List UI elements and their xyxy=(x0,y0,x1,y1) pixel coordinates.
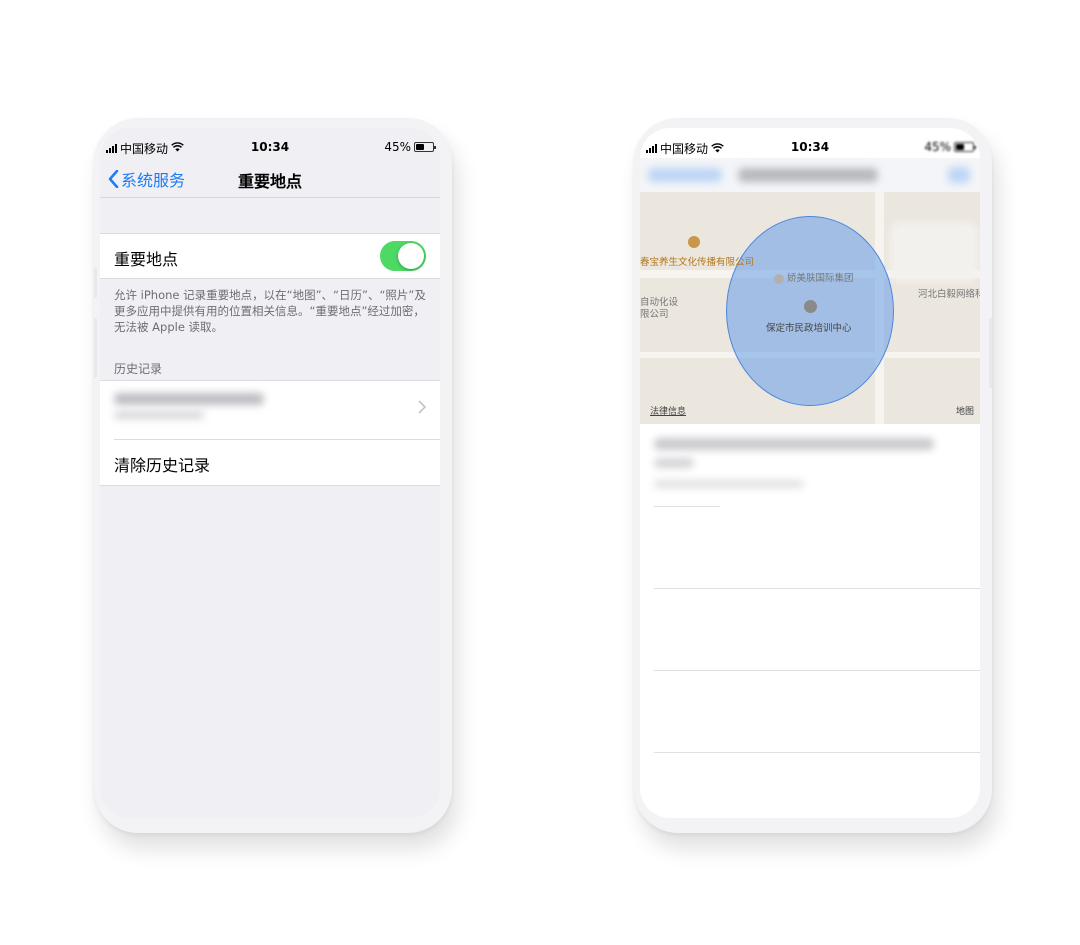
phone-right: 中国移动 10:34 45% 春宝养生文化传播有限公司 娇美肤国际集团 保定市民… xyxy=(634,118,992,833)
settings-screen: 中国移动 10:34 45% 系统服务 重要地点 重要地点 允许 iPhone … xyxy=(100,128,440,818)
page-title: 重要地点 xyxy=(237,172,302,191)
nav-bar-redacted xyxy=(640,158,980,192)
chevron-right-icon xyxy=(418,399,427,418)
legal-link[interactable]: 法律信息 xyxy=(650,404,686,417)
poi-marker[interactable] xyxy=(804,300,817,313)
map-view[interactable]: 春宝养生文化传播有限公司 娇美肤国际集团 保定市民政培训中心 河北白毅网络科 自… xyxy=(640,192,980,424)
significant-locations-footnote: 允许 iPhone 记录重要地点，以在“地图”、“日历”、“照片”及更多应用中提… xyxy=(114,288,426,334)
history-item-title-redacted xyxy=(114,393,264,405)
battery-icon xyxy=(414,142,436,152)
maps-logo: 地图 xyxy=(956,407,975,417)
poi-label[interactable]: 春宝养生文化传播有限公司 xyxy=(640,254,754,268)
status-bar: 中国移动 10:34 45% xyxy=(100,134,440,158)
row-divider xyxy=(654,588,980,589)
row-divider xyxy=(114,439,440,440)
building-icon xyxy=(804,300,817,313)
status-bar: 中国移动 10:34 45% xyxy=(640,134,980,158)
poi-label[interactable]: 娇美肤国际集团 xyxy=(774,270,854,284)
clear-history-button[interactable]: 清除历史记录 xyxy=(114,452,210,476)
page-title-redacted xyxy=(738,168,878,182)
poi-label[interactable]: 限公司 xyxy=(640,306,669,320)
map-blur-area xyxy=(890,222,978,282)
battery-icon xyxy=(954,142,976,152)
history-section-header: 历史记录 xyxy=(114,362,163,376)
toggle-knob xyxy=(398,243,424,269)
history-group: 清除历史记录 xyxy=(100,380,440,486)
poi-label[interactable]: 河北白毅网络科 xyxy=(918,286,980,300)
location-detail-screen: 中国移动 10:34 45% 春宝养生文化传播有限公司 娇美肤国际集团 保定市民… xyxy=(640,128,980,818)
row-divider xyxy=(654,670,980,671)
significant-locations-row: 重要地点 xyxy=(100,233,440,279)
power-button xyxy=(989,318,992,388)
address-line-redacted xyxy=(654,458,694,468)
battery-percent: 45% xyxy=(924,140,951,154)
history-item-subtitle-redacted xyxy=(114,411,204,419)
battery-percent: 45% xyxy=(384,140,411,154)
history-item[interactable] xyxy=(100,381,440,439)
phone-left: 中国移动 10:34 45% 系统服务 重要地点 重要地点 允许 iPhone … xyxy=(94,118,452,833)
row-divider xyxy=(654,752,980,753)
significant-locations-toggle[interactable] xyxy=(380,241,426,271)
action-button-redacted[interactable] xyxy=(948,167,970,183)
pin-icon xyxy=(774,273,784,284)
back-button-redacted[interactable] xyxy=(648,168,722,182)
volume-button xyxy=(94,318,97,378)
address-title-redacted xyxy=(654,438,934,450)
address-subtitle-redacted xyxy=(654,480,804,488)
building-icon xyxy=(688,236,700,248)
nav-bar: 系统服务 重要地点 xyxy=(100,158,440,198)
poi-label[interactable]: 保定市民政培训中心 xyxy=(766,320,852,334)
significant-locations-label: 重要地点 xyxy=(114,250,179,269)
poi-marker[interactable] xyxy=(688,236,700,248)
row-divider xyxy=(654,506,720,507)
volume-button xyxy=(94,268,97,298)
